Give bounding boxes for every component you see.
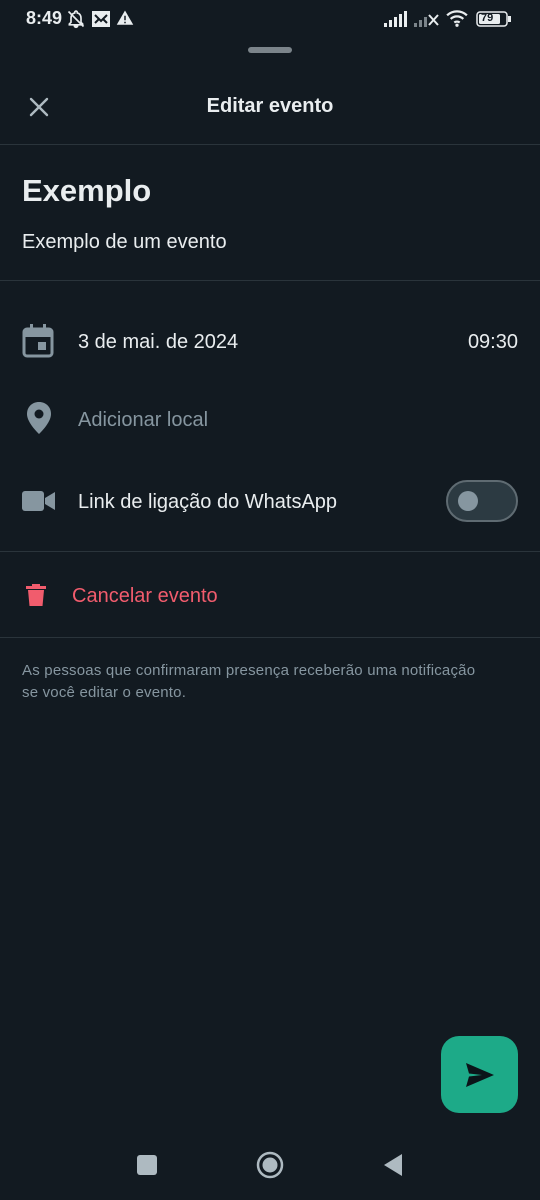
divider bbox=[0, 144, 540, 145]
location-pin-icon bbox=[27, 402, 51, 439]
event-title-input[interactable]: Exemplo bbox=[22, 173, 151, 209]
home-icon bbox=[256, 1151, 284, 1179]
app-notification-icon bbox=[91, 9, 111, 34]
toggle-knob bbox=[458, 491, 478, 511]
video-camera-icon bbox=[22, 489, 56, 518]
back-button[interactable] bbox=[376, 1148, 410, 1182]
location-row[interactable]: Adicionar local bbox=[0, 398, 540, 442]
call-link-row: Link de ligação do WhatsApp bbox=[0, 478, 540, 526]
event-description-input[interactable]: Exemplo de um evento bbox=[22, 231, 227, 254]
edit-notice: As pessoas que confirmaram presença rece… bbox=[22, 662, 476, 701]
recents-icon bbox=[137, 1155, 157, 1175]
back-icon bbox=[384, 1154, 402, 1176]
signal-off-icon bbox=[414, 11, 440, 32]
date-picker[interactable]: 3 de mai. de 2024 bbox=[78, 331, 238, 354]
divider bbox=[0, 551, 540, 552]
signal-icon bbox=[384, 11, 410, 32]
battery-level: 79 bbox=[481, 12, 494, 24]
system-nav-bar bbox=[0, 1130, 540, 1200]
status-time: 8:49 bbox=[26, 8, 63, 28]
header: Editar evento bbox=[0, 70, 540, 144]
call-link-label: Link de ligação do WhatsApp bbox=[78, 491, 338, 513]
divider bbox=[0, 280, 540, 281]
page-title: Editar evento bbox=[206, 95, 334, 117]
sheet-drag-handle[interactable] bbox=[248, 47, 292, 53]
trash-icon bbox=[26, 584, 46, 611]
warning-icon bbox=[116, 9, 134, 32]
call-link-toggle[interactable] bbox=[446, 480, 518, 522]
date-time-row: 3 de mai. de 2024 09:30 bbox=[0, 320, 540, 364]
time-picker[interactable]: 09:30 bbox=[468, 331, 518, 354]
home-button[interactable] bbox=[253, 1148, 287, 1182]
send-icon bbox=[465, 1062, 494, 1087]
divider bbox=[0, 637, 540, 638]
status-bar: 8:49 79 bbox=[0, 0, 540, 40]
recents-button[interactable] bbox=[130, 1148, 164, 1182]
mute-notification-icon bbox=[66, 9, 86, 34]
cancel-event-label: Cancelar evento bbox=[72, 585, 218, 607]
send-button[interactable] bbox=[441, 1036, 518, 1113]
cancel-event-button[interactable]: Cancelar evento bbox=[0, 574, 540, 618]
location-input[interactable]: Adicionar local bbox=[78, 409, 208, 432]
calendar-icon bbox=[22, 324, 54, 363]
wifi-icon bbox=[446, 9, 468, 32]
